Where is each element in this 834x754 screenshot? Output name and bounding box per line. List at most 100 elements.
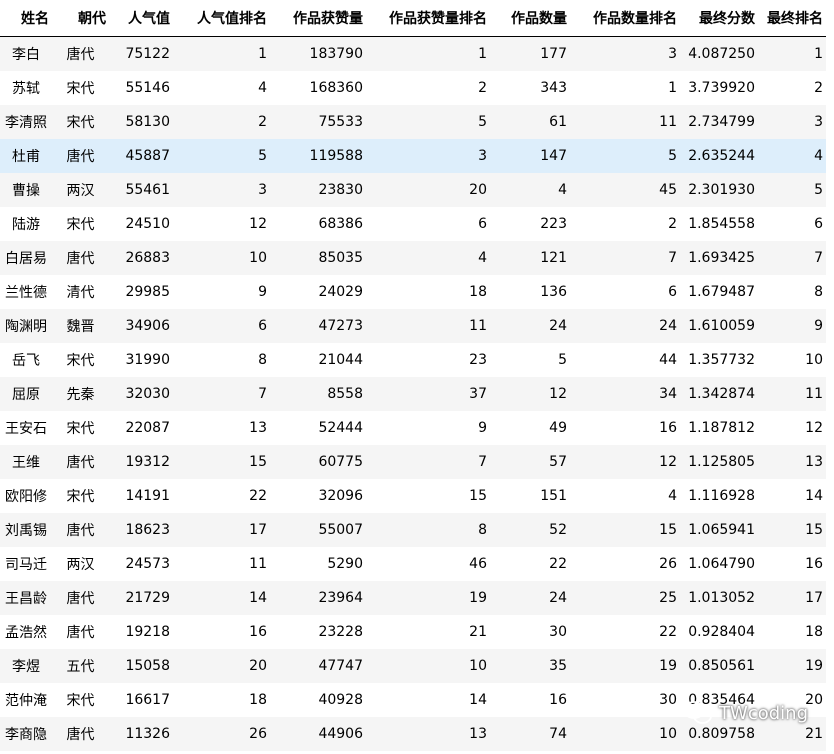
- table-cell: 唐代: [66, 625, 95, 641]
- table-cell: 23830: [318, 182, 363, 198]
- table-cell: 11: [805, 386, 823, 402]
- table-cell: 10: [659, 726, 677, 742]
- column-header[interactable]: 作品数量: [490, 0, 570, 37]
- table-cell: 44906: [318, 726, 363, 742]
- table-cell: 2.734799: [688, 114, 755, 130]
- table-cell: 唐代: [66, 47, 95, 63]
- table-cell: 22087: [125, 420, 170, 436]
- table-cell: 119588: [309, 148, 363, 164]
- table-cell: 343: [540, 80, 567, 96]
- table-cell: 26: [249, 726, 267, 742]
- table-cell: 3: [668, 46, 677, 62]
- table-cell: 13: [249, 420, 267, 436]
- table-cell: 1: [814, 46, 823, 62]
- watermark-text: TWcoding: [719, 702, 808, 724]
- table-cell: 李煜: [12, 659, 40, 675]
- table-cell: 陶渊明: [5, 319, 47, 335]
- table-cell: 1.679487: [688, 284, 755, 300]
- table-cell: 曹操: [12, 183, 40, 199]
- column-header[interactable]: 作品获赞量排名: [366, 0, 490, 37]
- table-cell: 60775: [318, 454, 363, 470]
- table-cell: 24029: [318, 284, 363, 300]
- table-cell: 47747: [318, 658, 363, 674]
- table-cell: 范仲淹: [5, 693, 47, 709]
- column-header[interactable]: 最终排名: [758, 0, 826, 37]
- table-cell: 52444: [318, 420, 363, 436]
- column-header[interactable]: 人气值: [109, 0, 173, 37]
- table-cell: 8: [258, 352, 267, 368]
- table-cell: 16: [805, 556, 823, 572]
- table-cell: 19218: [125, 624, 170, 640]
- table-cell: 11: [469, 318, 487, 334]
- table-cell: 17: [249, 522, 267, 538]
- table-cell: 兰性德: [5, 285, 47, 301]
- table-cell: 岳飞: [12, 353, 40, 369]
- table-cell: 121: [540, 250, 567, 266]
- table-cell: 26883: [125, 250, 170, 266]
- table-row: 王维 唐代 19312 15 60775 7 57 12 1.125805 13: [0, 445, 826, 479]
- table-cell: 1.342874: [688, 386, 755, 402]
- table-cell: 1: [258, 46, 267, 62]
- table-cell: 14: [805, 488, 823, 504]
- table-cell: 37: [469, 386, 487, 402]
- table-cell: 31990: [125, 352, 170, 368]
- table-cell: 孟浩然: [5, 625, 47, 641]
- table-row: 李清照 宋代 58130 2 75533 5 61 11 2.734799 3: [0, 105, 826, 139]
- table-cell: 23228: [318, 624, 363, 640]
- table-cell: 1.116928: [688, 488, 755, 504]
- table-row: 屈原 先秦 32030 7 8558 37 12 34 1.342874 11: [0, 377, 826, 411]
- table-cell: 57: [549, 454, 567, 470]
- table-cell: 223: [540, 216, 567, 232]
- column-header[interactable]: 作品获赞量: [270, 0, 366, 37]
- table-cell: 183790: [309, 46, 363, 62]
- table-cell: 25: [659, 590, 677, 606]
- table-cell: 147: [540, 148, 567, 164]
- table-cell: 168360: [309, 80, 363, 96]
- table-cell: 9: [814, 318, 823, 334]
- table-cell: 30: [549, 624, 567, 640]
- table-cell: 16617: [125, 692, 170, 708]
- table-cell: 29985: [125, 284, 170, 300]
- table-cell: 16: [659, 420, 677, 436]
- table-cell: 136: [540, 284, 567, 300]
- table-cell: 1.854558: [688, 216, 755, 232]
- table-cell: 0.928404: [688, 624, 755, 640]
- table-cell: 19: [469, 590, 487, 606]
- table-cell: 34906: [125, 318, 170, 334]
- table-cell: 24510: [125, 216, 170, 232]
- table-cell: 5: [258, 148, 267, 164]
- table-cell: 屈原: [12, 387, 40, 403]
- table-cell: 24: [549, 590, 567, 606]
- table-cell: 6: [478, 216, 487, 232]
- table-cell: 1.064790: [688, 556, 755, 572]
- column-header[interactable]: 朝代: [52, 0, 109, 37]
- table-cell: 11326: [125, 726, 170, 742]
- table-row: 曹操 两汉 55461 3 23830 20 4 45 2.301930 5: [0, 173, 826, 207]
- column-header[interactable]: 姓名: [0, 0, 52, 37]
- table-cell: 唐代: [66, 591, 95, 607]
- table-cell: 34: [659, 386, 677, 402]
- table-cell: 5: [558, 352, 567, 368]
- table-cell: 30: [659, 692, 677, 708]
- table-cell: 李商隐: [5, 727, 47, 743]
- table-cell: 3: [258, 182, 267, 198]
- table-cell: 177: [540, 46, 567, 62]
- table-cell: 32030: [125, 386, 170, 402]
- table-cell: 1: [478, 46, 487, 62]
- table-cell: 唐代: [66, 455, 95, 471]
- table-cell: 5: [478, 114, 487, 130]
- table-cell: 唐代: [66, 523, 95, 539]
- table-cell: 2: [668, 216, 677, 232]
- table-cell: 10: [805, 352, 823, 368]
- table-cell: 王昌龄: [5, 591, 47, 607]
- column-header[interactable]: 最终分数: [680, 0, 758, 37]
- column-header[interactable]: 作品数量排名: [570, 0, 680, 37]
- table-cell: 欧阳修: [5, 489, 47, 505]
- table-cell: 1.065941: [688, 522, 755, 538]
- table-cell: 12: [249, 216, 267, 232]
- table-cell: 1.125805: [688, 454, 755, 470]
- table-cell: 唐代: [66, 251, 95, 267]
- column-header[interactable]: 人气值排名: [173, 0, 270, 37]
- table-cell: 24: [549, 318, 567, 334]
- table-cell: 44: [659, 352, 677, 368]
